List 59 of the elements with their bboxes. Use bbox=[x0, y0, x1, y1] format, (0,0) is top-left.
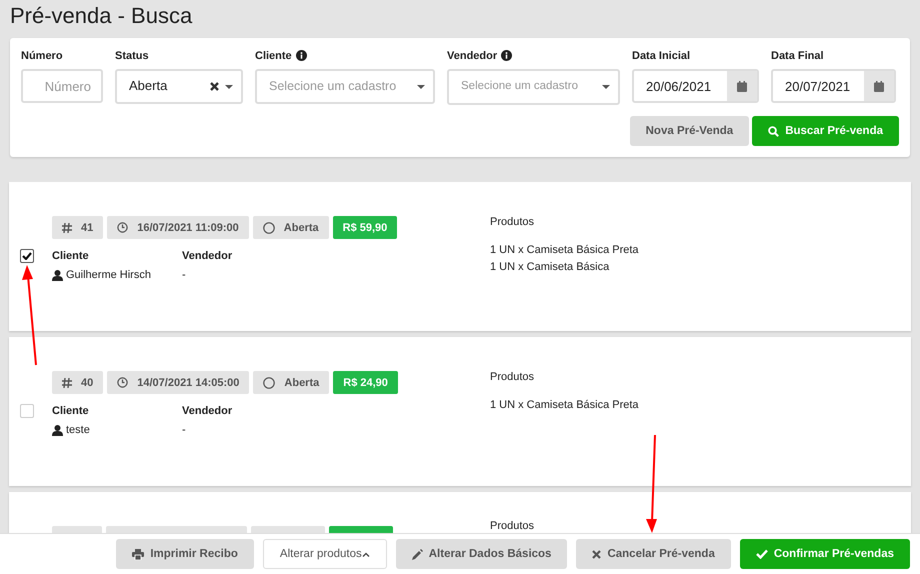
products-title: Produtos bbox=[490, 371, 536, 383]
search-icon bbox=[768, 126, 780, 136]
check-icon bbox=[756, 549, 768, 559]
product-item: 1 UN x Camiseta Básica Preta bbox=[490, 243, 639, 258]
edit-button[interactable]: Alterar Dados Básicos bbox=[396, 539, 568, 569]
date-field[interactable]: 20/07/2021 bbox=[771, 69, 896, 103]
search-button[interactable]: Buscar Pré-venda bbox=[752, 116, 899, 146]
client-label: Cliente bbox=[52, 405, 90, 417]
seller-name: - bbox=[182, 424, 187, 436]
field-label: Cliente bbox=[255, 50, 292, 62]
seller-label: Vendedor bbox=[182, 405, 234, 417]
field-label: Número bbox=[21, 50, 64, 64]
cancel-button[interactable]: Cancelar Pré-venda bbox=[576, 539, 731, 569]
products-title: Produtos bbox=[490, 520, 534, 532]
price-badge: R$ 59,90 bbox=[332, 216, 398, 239]
printer-icon bbox=[132, 548, 144, 560]
number-badge: 41 bbox=[52, 216, 104, 239]
client-label: Cliente bbox=[52, 250, 90, 262]
caret-icon bbox=[602, 85, 610, 89]
checkbox[interactable] bbox=[20, 249, 34, 263]
calendar-icon bbox=[737, 80, 747, 92]
page-title: Pré-venda - Busca bbox=[10, 4, 194, 28]
number-badge: 40 bbox=[52, 371, 104, 394]
field-label: Data Final bbox=[771, 50, 825, 64]
info-icon bbox=[501, 50, 512, 61]
dropdown-button[interactable]: Alterar produtos bbox=[262, 539, 387, 569]
status-select[interactable]: Aberta bbox=[115, 69, 243, 104]
confirm-button[interactable]: Confirmar Pré-vendas bbox=[740, 539, 910, 569]
date-badge: 16/07/2021 11:09:00 bbox=[107, 216, 249, 239]
chevron-up-icon bbox=[362, 552, 370, 556]
seller-select[interactable]: Selecione um cadastro bbox=[447, 69, 620, 105]
product-item: 1 UN x Camiseta Básica Preta bbox=[490, 398, 639, 413]
caret-icon bbox=[417, 84, 425, 88]
number-field[interactable]: Número bbox=[21, 69, 103, 103]
caret-icon bbox=[225, 84, 233, 88]
price-badge: R$ 24,90 bbox=[333, 371, 398, 394]
info-icon bbox=[296, 50, 307, 61]
date-field[interactable]: 20/06/2021 bbox=[632, 69, 759, 103]
status-badge: Aberta bbox=[253, 371, 330, 394]
user-icon bbox=[52, 270, 63, 280]
calendar-icon bbox=[874, 80, 884, 92]
field-label: Vendedor bbox=[447, 50, 498, 62]
new-button[interactable]: Nova Pré-Venda bbox=[630, 116, 750, 146]
client-name: teste bbox=[66, 424, 90, 436]
seller-name: - bbox=[182, 269, 187, 281]
seller-label: Vendedor bbox=[182, 250, 234, 262]
product-item: 1 UN x Camiseta Básica bbox=[490, 260, 610, 275]
print-button[interactable]: Imprimir Recibo bbox=[116, 539, 254, 569]
date-badge: 14/07/2021 14:05:00 bbox=[107, 371, 250, 394]
client-select[interactable]: Selecione um cadastro bbox=[255, 69, 435, 104]
status-badge: Aberta bbox=[252, 216, 329, 239]
user-icon bbox=[52, 424, 63, 436]
field-label: Status bbox=[115, 50, 150, 64]
client-name: Guilherme Hirsch bbox=[66, 269, 151, 281]
field-label: Data Inicial bbox=[632, 50, 692, 64]
pencil-icon bbox=[412, 548, 423, 560]
close-icon bbox=[592, 550, 602, 558]
clear-icon bbox=[210, 82, 219, 91]
products-title: Produtos bbox=[490, 216, 536, 228]
